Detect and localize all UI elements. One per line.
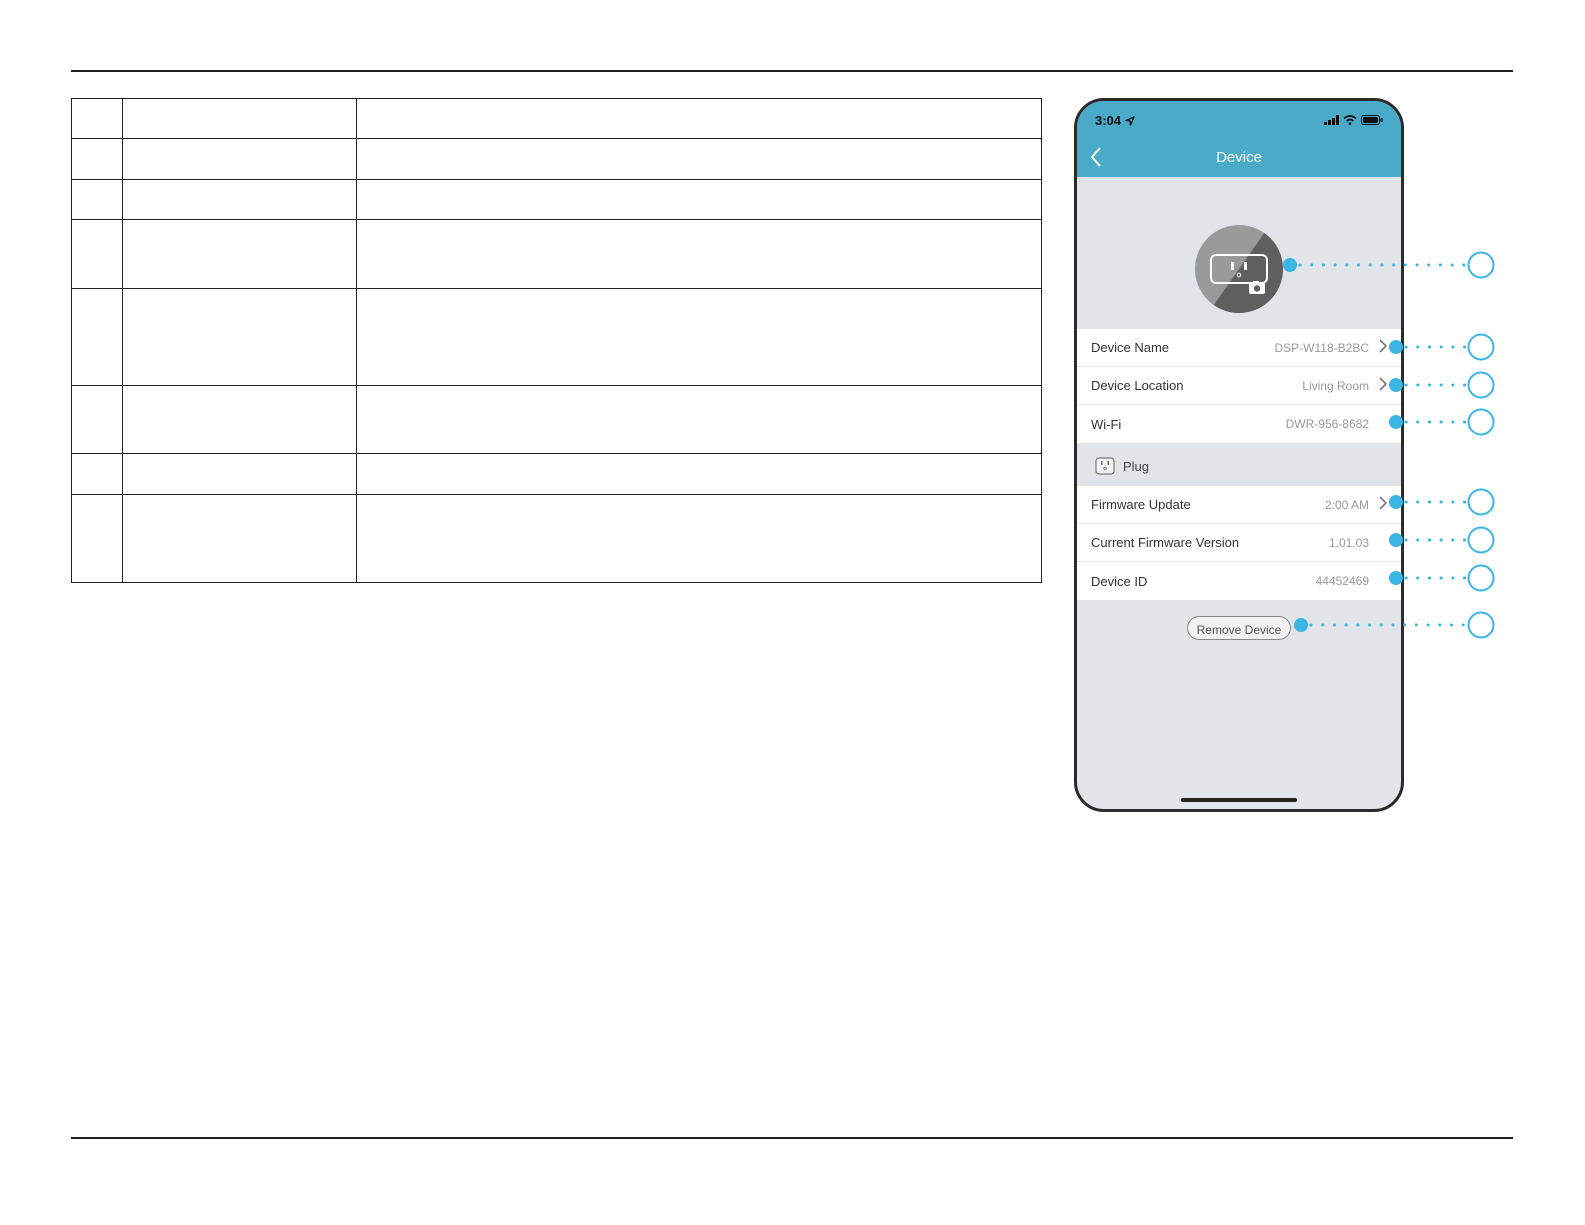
table-cell-description: [356, 494, 1042, 583]
table-cell-item: [122, 98, 357, 139]
status-bar: 3:04: [1077, 101, 1401, 139]
status-time: 3:04: [1095, 113, 1135, 128]
row-value: Living Room: [1302, 378, 1369, 393]
top-rule: [71, 70, 1513, 72]
plug-icon: [1095, 457, 1115, 475]
chevron-right-icon: [1373, 377, 1388, 394]
table-cell-description: [356, 138, 1042, 180]
table-row: [71, 494, 1042, 583]
section-header-plug: Plug: [1077, 446, 1401, 486]
table-row: [71, 453, 1042, 495]
row-value: 1.01.03: [1328, 535, 1369, 550]
wifi-icon: [1343, 115, 1357, 125]
table-cell-description: [356, 219, 1042, 289]
location-arrow-icon: [1125, 116, 1135, 126]
battery-icon: [1361, 115, 1383, 125]
table-cell-number: [71, 385, 123, 454]
table-cell-number: [71, 219, 123, 289]
status-indicators: [1323, 113, 1383, 128]
list-item[interactable]: Device Name DSP-W118-B2BC: [1077, 329, 1401, 367]
table-cell-item: [122, 494, 357, 583]
row-label: Device Name: [1091, 340, 1170, 355]
callout-marker: [1467, 371, 1495, 399]
table-cell-description: [356, 453, 1042, 495]
row-label: Device ID: [1091, 573, 1148, 589]
list-item: Device ID 44452469: [1077, 562, 1401, 600]
table-row: [71, 179, 1042, 220]
callout-marker: [1467, 488, 1495, 516]
chevron-right-icon: [1373, 339, 1388, 356]
callout-marker: [1467, 408, 1495, 436]
list-item[interactable]: Firmware Update 2:00 AM: [1077, 486, 1401, 524]
list-item: Wi-Fi DWR-956-8682: [1077, 405, 1401, 443]
table-cell-number: [71, 138, 123, 180]
row-label: Current Firmware Version: [1091, 535, 1240, 550]
table-cell-description: [356, 288, 1042, 386]
phone-mockup: 3:04 Device Device Name DSP-W118-B2BC De…: [1074, 98, 1404, 812]
callout-marker: [1467, 611, 1495, 639]
table-cell-description: [356, 179, 1042, 220]
row-label: Device Location: [1091, 378, 1184, 393]
callout-marker: [1467, 251, 1495, 279]
table-cell-number: [71, 179, 123, 220]
row-value: 44452469: [1315, 574, 1369, 588]
device-photo-area: [1077, 177, 1401, 329]
device-photo[interactable]: [1195, 225, 1283, 313]
table-row: [71, 385, 1042, 454]
table-cell-item: [122, 385, 357, 454]
table-cell-item: [122, 138, 357, 180]
status-time-text: 3:04: [1095, 113, 1122, 128]
row-value: DSP-W118-B2BC: [1274, 340, 1369, 355]
remove-device-button[interactable]: Remove Device: [1187, 616, 1291, 640]
home-indicator: [1181, 798, 1297, 802]
callout-marker: [1467, 564, 1495, 592]
device-info-list: Device Name DSP-W118-B2BC Device Location L…: [1077, 329, 1401, 443]
signal-icon: [1323, 115, 1339, 125]
list-item: Current Firmware Version 1.01.03: [1077, 524, 1401, 562]
table-cell-item: [122, 219, 357, 289]
reference-table: [71, 98, 1042, 583]
row-label: Firmware Update: [1091, 497, 1191, 512]
table-row: [71, 288, 1042, 386]
table-row: [71, 98, 1042, 139]
row-label: Wi-Fi: [1091, 416, 1122, 432]
table-cell-number: [71, 453, 123, 495]
table-cell-item: [122, 179, 357, 220]
table-cell-number: [71, 98, 123, 139]
table-cell-description: [356, 98, 1042, 139]
row-value: 2:00 AM: [1324, 497, 1369, 512]
table-row: [71, 138, 1042, 180]
page-title: Device: [1216, 149, 1262, 166]
row-value: DWR-956-8682: [1285, 417, 1369, 431]
callout-marker: [1467, 333, 1495, 361]
table-cell-item: [122, 453, 357, 495]
bottom-rule: [71, 1137, 1513, 1139]
firmware-info-list: Firmware Update 2:00 AM Current Firmware V…: [1077, 486, 1401, 600]
table-cell-description: [356, 385, 1042, 454]
table-cell-number: [71, 288, 123, 386]
table-cell-number: [71, 494, 123, 583]
table-row: [71, 219, 1042, 289]
chevron-right-icon: [1373, 496, 1388, 513]
nav-bar: Device: [1077, 139, 1401, 177]
callout-marker: [1467, 526, 1495, 554]
section-label: Plug: [1123, 458, 1150, 474]
table-cell-item: [122, 288, 357, 386]
list-item[interactable]: Device Location Living Room: [1077, 367, 1401, 405]
